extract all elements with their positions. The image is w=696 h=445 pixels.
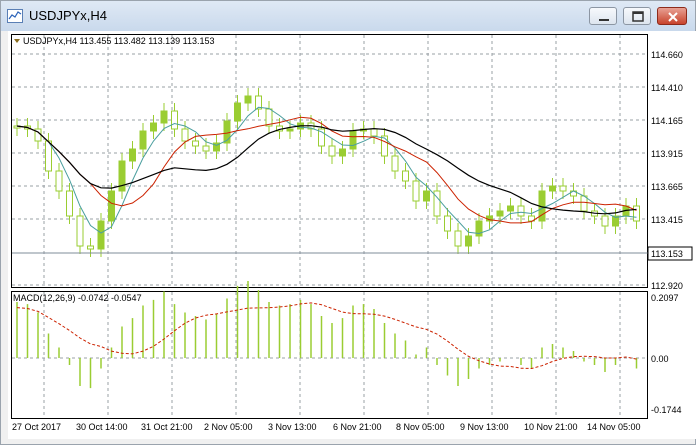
candle-body xyxy=(139,130,147,150)
candle-body xyxy=(286,128,294,132)
candle-body xyxy=(339,148,346,157)
candle-body xyxy=(454,230,462,247)
candle-body xyxy=(465,235,472,247)
price-label: 112.920 xyxy=(651,281,683,291)
candle-body xyxy=(181,128,189,142)
price-label: 113.915 xyxy=(651,149,683,159)
candle-body xyxy=(76,215,84,247)
title-bar[interactable]: USDJPYx,H4 xyxy=(1,1,695,31)
price-label: 113.415 xyxy=(651,215,683,225)
chart-window: USDJPYx,H4 USDJPYx,H4 113.455 113.482 11… xyxy=(0,0,696,445)
time-label: 14 Nov 05:00 xyxy=(587,422,641,432)
candle-body xyxy=(444,215,451,232)
price-chart[interactable]: USDJPYx,H4 113.455 113.482 113.139 113.1… xyxy=(8,31,696,439)
time-label: 10 Nov 21:00 xyxy=(524,422,578,432)
macd-label: 0.00 xyxy=(651,354,669,364)
candle-body xyxy=(559,185,567,192)
candle-body xyxy=(150,122,157,132)
candle-body xyxy=(517,205,525,217)
candle-body xyxy=(633,205,640,222)
minimize-button[interactable] xyxy=(589,7,617,25)
time-label: 2 Nov 05:00 xyxy=(204,422,253,432)
chart-window-icon xyxy=(7,9,23,23)
main-pane-border xyxy=(11,34,648,288)
chart-canvas[interactable]: USDJPYx,H4 113.455 113.482 113.139 113.1… xyxy=(8,31,696,439)
current-price-label: 113.153 xyxy=(651,249,683,259)
time-label: 30 Oct 14:00 xyxy=(76,422,128,432)
candle-body xyxy=(66,190,73,217)
candle-body xyxy=(402,170,409,182)
candle-body xyxy=(202,145,210,152)
candle-body xyxy=(87,245,94,250)
price-label: 114.660 xyxy=(651,50,683,60)
candle-body xyxy=(601,215,609,227)
time-label: 8 Nov 05:00 xyxy=(396,422,445,432)
price-label: 114.410 xyxy=(651,83,683,93)
candle-body xyxy=(160,110,168,124)
candle-body xyxy=(580,195,588,212)
dropdown-triangle-icon[interactable] xyxy=(14,39,20,43)
maximize-button[interactable] xyxy=(623,7,651,25)
macd-label: -0.1744 xyxy=(651,405,682,415)
time-label: 31 Oct 21:00 xyxy=(141,422,193,432)
candle-body xyxy=(370,128,378,137)
candle-body xyxy=(349,130,357,150)
candle-body xyxy=(507,205,514,212)
candle-body xyxy=(391,155,399,172)
close-icon xyxy=(668,12,678,22)
candle-body xyxy=(381,135,388,157)
candle-body xyxy=(265,108,273,127)
candle-body xyxy=(171,110,178,130)
candle-body xyxy=(192,140,199,147)
window-title: USDJPYx,H4 xyxy=(29,8,108,23)
candle-body xyxy=(244,95,252,104)
close-button[interactable] xyxy=(657,7,687,25)
time-label: 3 Nov 13:00 xyxy=(268,422,317,432)
candle-body xyxy=(423,190,430,202)
candle-body xyxy=(55,170,63,192)
grid-lines xyxy=(12,35,648,418)
restore-icon xyxy=(632,11,644,22)
candle-body xyxy=(97,220,105,250)
minimize-icon xyxy=(599,19,609,21)
price-label: 114.165 xyxy=(651,116,683,126)
macd-label: 0.2097 xyxy=(651,293,679,303)
candle-body xyxy=(496,210,504,217)
price-label: 113.665 xyxy=(651,182,683,192)
time-axis: 27 Oct 2017 30 Oct 14:00 31 Oct 21:00 2 … xyxy=(12,422,641,432)
macd-signal-line xyxy=(16,302,637,370)
time-label: 27 Oct 2017 xyxy=(12,422,61,432)
candle-body xyxy=(549,185,556,192)
candle-body xyxy=(108,190,115,222)
candle-body xyxy=(129,148,136,162)
candle-body xyxy=(328,145,336,157)
candle-body xyxy=(412,180,420,202)
candle-body xyxy=(234,102,241,122)
macd-signal-path xyxy=(16,302,637,370)
chart-header: USDJPYx,H4 113.455 113.482 113.139 113.1… xyxy=(23,36,214,46)
time-label: 9 Nov 13:00 xyxy=(460,422,509,432)
macd-header: MACD(12,26,9) -0.0742 -0.0547 xyxy=(13,293,142,303)
time-label: 6 Nov 21:00 xyxy=(333,422,382,432)
